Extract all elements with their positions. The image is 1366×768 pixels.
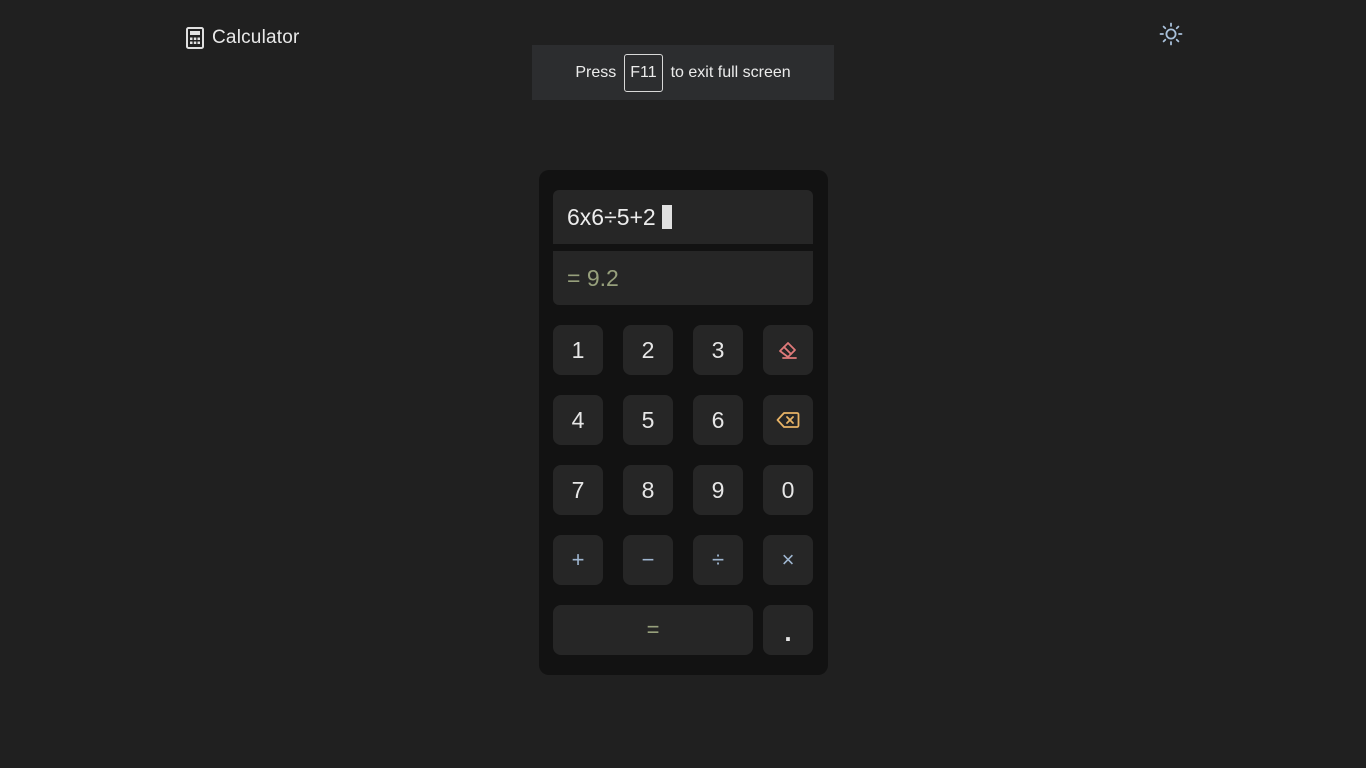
eraser-icon (777, 340, 799, 360)
result-display: = 9.2 (553, 251, 813, 305)
key-3[interactable]: 3 (693, 325, 743, 375)
theme-toggle-button[interactable] (1158, 22, 1184, 51)
expression-input[interactable]: 6x6÷5+2 (553, 190, 813, 244)
key-6[interactable]: 6 (693, 395, 743, 445)
sun-icon (1159, 22, 1183, 51)
key-7[interactable]: 7 (553, 465, 603, 515)
expression-text: 6x6÷5+2 (567, 203, 656, 230)
key-8[interactable]: 8 (623, 465, 673, 515)
calculator-icon (186, 27, 204, 49)
fullscreen-notice-prefix: Press (575, 63, 617, 81)
divide-button[interactable]: ÷ (693, 535, 743, 585)
multiply-button[interactable]: × (763, 535, 813, 585)
equals-button[interactable]: = (553, 605, 753, 655)
calculator-panel: 6x6÷5+2 = 9.2 1 2 3 4 5 6 7 8 9 0 + − ÷ … (539, 170, 828, 675)
key-5[interactable]: 5 (623, 395, 673, 445)
fullscreen-notice-suffix: to exit full screen (670, 63, 791, 81)
decimal-point-button[interactable]: . (763, 605, 813, 655)
app-header: Calculator (186, 27, 300, 49)
key-4[interactable]: 4 (553, 395, 603, 445)
fullscreen-key-badge: F11 (624, 53, 663, 92)
clear-button[interactable] (763, 325, 813, 375)
result-text: = 9.2 (567, 264, 619, 291)
fullscreen-notice: Press F11 to exit full screen (532, 45, 834, 100)
backspace-icon (776, 411, 800, 429)
key-1[interactable]: 1 (553, 325, 603, 375)
key-9[interactable]: 9 (693, 465, 743, 515)
key-2[interactable]: 2 (623, 325, 673, 375)
plus-button[interactable]: + (553, 535, 603, 585)
minus-button[interactable]: − (623, 535, 673, 585)
app-title: Calculator (212, 27, 300, 48)
key-0[interactable]: 0 (763, 465, 813, 515)
backspace-button[interactable] (763, 395, 813, 445)
text-cursor (661, 205, 672, 229)
